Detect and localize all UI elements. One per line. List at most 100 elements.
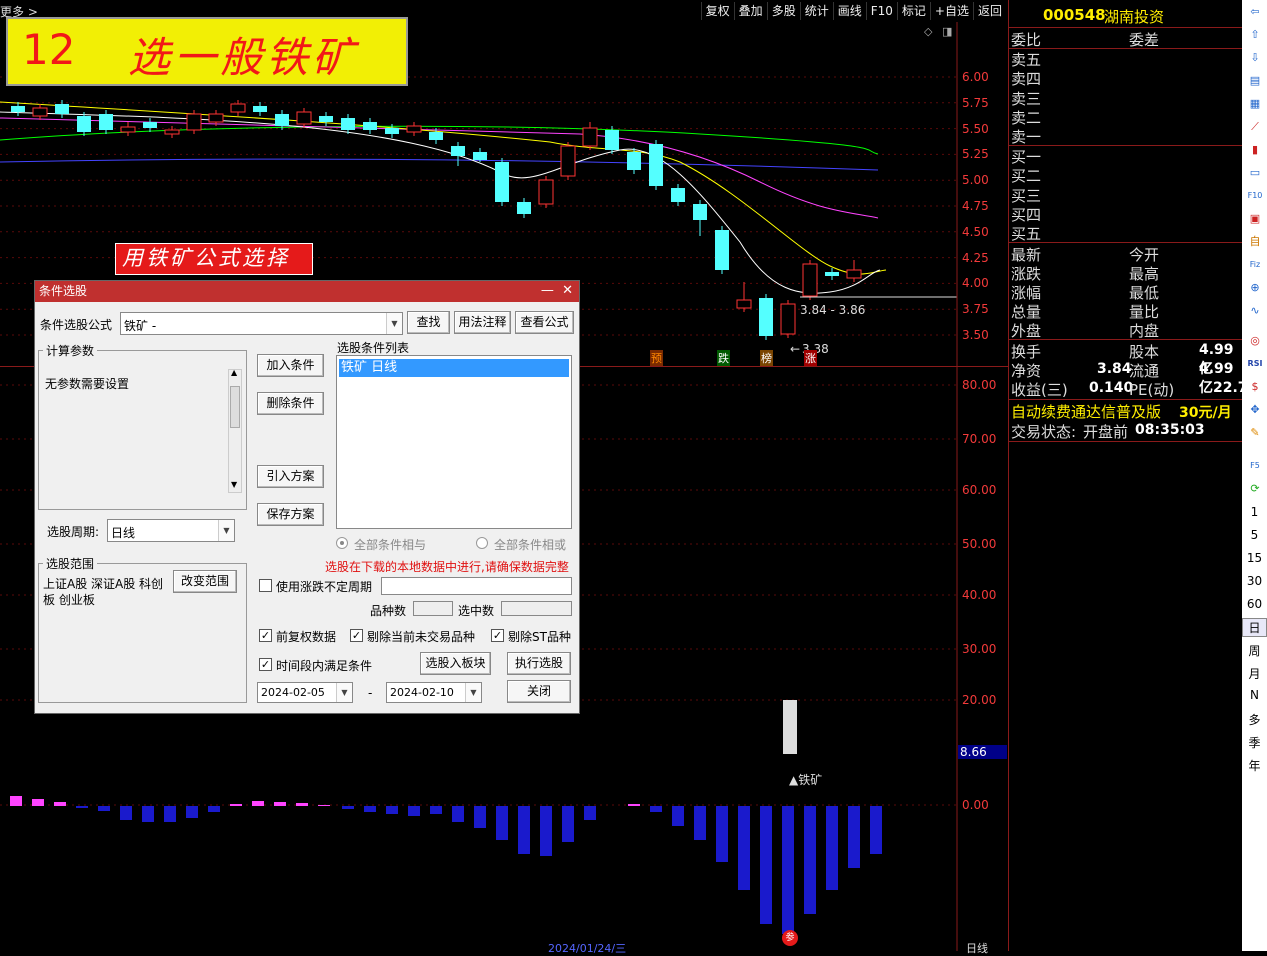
buy4-label: 买四 bbox=[1011, 206, 1042, 224]
candle-body bbox=[164, 129, 180, 135]
arrow-left-icon[interactable]: ⇦ bbox=[1247, 4, 1263, 20]
period-1min[interactable]: 1 bbox=[1242, 505, 1267, 519]
toolbar-f10-button[interactable]: F10 bbox=[865, 2, 897, 20]
diamond-icon[interactable]: ◇ bbox=[924, 25, 932, 38]
period-month[interactable]: 月 bbox=[1242, 665, 1267, 682]
f5-icon[interactable]: F5 bbox=[1247, 458, 1263, 474]
chevron-down-icon[interactable]: ▼ bbox=[465, 683, 481, 702]
formula-combo[interactable]: 铁矿 - ▼ bbox=[120, 312, 403, 335]
arrow-down-icon[interactable]: ⇩ bbox=[1247, 50, 1263, 66]
grid-icon[interactable]: ▦ bbox=[1247, 96, 1263, 112]
or-radio[interactable] bbox=[476, 537, 488, 549]
period-combo[interactable]: 日线 ▼ bbox=[107, 519, 235, 542]
save-plan-button[interactable]: 保存方案 bbox=[257, 503, 324, 526]
toolbar-back-button[interactable]: 返回 bbox=[972, 2, 1006, 20]
find-button[interactable]: 查找 bbox=[407, 311, 450, 334]
execute-button[interactable]: 执行选股 bbox=[507, 652, 571, 675]
arrow-up-icon[interactable]: ⇧ bbox=[1247, 27, 1263, 43]
view-formula-button[interactable]: 查看公式 bbox=[515, 311, 574, 334]
minimize-icon[interactable]: — bbox=[541, 283, 554, 298]
zoom-icon[interactable]: ⊕ bbox=[1247, 280, 1263, 296]
indicator-bar bbox=[826, 806, 838, 890]
period-quarter[interactable]: 季 bbox=[1242, 734, 1267, 751]
fiz-icon[interactable]: Fiz bbox=[1247, 257, 1263, 273]
period-n[interactable]: N bbox=[1242, 688, 1267, 702]
tag-bang[interactable]: 榜 bbox=[760, 350, 773, 366]
detail-icon[interactable]: ▭ bbox=[1247, 165, 1263, 181]
usage-note-button[interactable]: 用法注释 bbox=[454, 311, 511, 334]
f10-icon[interactable]: F10 bbox=[1247, 188, 1263, 204]
dialog-titlebar[interactable]: 条件选股 — ✕ bbox=[35, 281, 579, 302]
params-scrollbar[interactable]: ▲ ▼ bbox=[228, 368, 242, 493]
bottom-tag[interactable]: 参 bbox=[782, 930, 798, 946]
date-from-picker[interactable]: 2024-02-05 ▼ bbox=[257, 682, 353, 703]
volume-ratio-label: 量比 bbox=[1129, 303, 1160, 321]
import-plan-button[interactable]: 引入方案 bbox=[257, 465, 324, 488]
close-button[interactable]: 关闭 bbox=[507, 680, 571, 703]
delete-condition-button[interactable]: 删除条件 bbox=[257, 392, 324, 415]
period-5min[interactable]: 5 bbox=[1242, 528, 1267, 542]
period-15min[interactable]: 15 bbox=[1242, 551, 1267, 565]
period-30min[interactable]: 30 bbox=[1242, 574, 1267, 588]
move-icon[interactable]: ✥ bbox=[1247, 402, 1263, 418]
latest-label: 最新 bbox=[1011, 246, 1042, 264]
indicator-bar bbox=[274, 802, 286, 806]
chevron-down-icon[interactable]: ▼ bbox=[336, 683, 352, 702]
condition-list-item[interactable]: 铁矿 日线 bbox=[339, 359, 569, 377]
change-pct-label: 涨幅 bbox=[1011, 284, 1042, 302]
st-label: 剔除ST品种 bbox=[508, 630, 571, 644]
fq-checkbox[interactable]: ✓ bbox=[259, 629, 272, 642]
net-asset-value: 3.84 bbox=[1097, 361, 1132, 377]
unfixed-period-input[interactable] bbox=[381, 577, 572, 595]
period-week[interactable]: 周 bbox=[1242, 642, 1267, 659]
sell3-label: 卖三 bbox=[1011, 90, 1042, 108]
unfixed-period-checkbox[interactable] bbox=[259, 579, 272, 592]
promo-price[interactable]: 30元/月 bbox=[1179, 402, 1232, 422]
tag-yu[interactable]: 预 bbox=[650, 350, 663, 366]
date-to-picker[interactable]: 2024-02-10 ▼ bbox=[386, 682, 482, 703]
add-condition-button[interactable]: 加入条件 bbox=[257, 354, 324, 377]
line-chart-icon[interactable]: ⟋ bbox=[1247, 119, 1263, 135]
chevron-down-icon[interactable]: ▼ bbox=[218, 520, 234, 541]
indicator-bar bbox=[54, 802, 66, 806]
time-range-checkbox[interactable]: ✓ bbox=[259, 658, 272, 671]
and-radio[interactable] bbox=[336, 537, 348, 549]
quote-list-icon[interactable]: ▤ bbox=[1247, 73, 1263, 89]
toolbar-draw-button[interactable]: 画线 bbox=[832, 2, 866, 20]
exclude-checkbox[interactable]: ✓ bbox=[350, 629, 363, 642]
money-icon[interactable]: $ bbox=[1247, 379, 1263, 395]
period-60min[interactable]: 60 bbox=[1242, 597, 1267, 611]
change-range-button[interactable]: 改变范围 bbox=[173, 570, 237, 593]
info-icon[interactable]: ▣ bbox=[1247, 211, 1263, 227]
scroll-up-icon[interactable]: ▲ bbox=[231, 368, 237, 377]
pencil-icon[interactable]: ✎ bbox=[1247, 425, 1263, 441]
toolbar-mark-button[interactable]: 标记 bbox=[896, 2, 930, 20]
toolbar-fuquan-button[interactable]: 复权 bbox=[700, 2, 734, 20]
to-block-button[interactable]: 选股入板块 bbox=[420, 652, 491, 675]
rsi-icon[interactable]: RSI bbox=[1247, 356, 1263, 372]
close-icon[interactable]: ✕ bbox=[562, 283, 573, 298]
refresh-icon[interactable]: ⟳ bbox=[1247, 481, 1263, 497]
tag-die[interactable]: 跌 bbox=[717, 350, 730, 366]
candle-icon[interactable]: ▮ bbox=[1247, 142, 1263, 158]
scroll-down-icon[interactable]: ▼ bbox=[231, 480, 237, 489]
condition-list[interactable]: 铁矿 日线 bbox=[336, 355, 572, 529]
toolbar-add-watchlist-button[interactable]: +自选 bbox=[929, 2, 973, 20]
st-checkbox[interactable]: ✓ bbox=[491, 629, 504, 642]
candle-body bbox=[99, 114, 113, 130]
wave-icon[interactable]: ∿ bbox=[1247, 303, 1263, 319]
promo-text[interactable]: 自动续费通达信普及版 bbox=[1011, 401, 1161, 422]
chevron-down-icon[interactable]: ▼ bbox=[386, 313, 402, 334]
period-multi[interactable]: 多 bbox=[1242, 711, 1267, 728]
tag-zhang[interactable]: 涨 bbox=[804, 350, 817, 366]
stock-code: 000548 bbox=[1043, 6, 1106, 24]
period-day[interactable]: 日 bbox=[1242, 618, 1267, 637]
panel-toggle-icon[interactable]: ◨ bbox=[942, 25, 952, 38]
toolbar-overlay-button[interactable]: 叠加 bbox=[733, 2, 767, 20]
toolbar-multi-stock-button[interactable]: 多股 bbox=[766, 2, 800, 20]
period-year[interactable]: 年 bbox=[1242, 757, 1267, 774]
macd-icon[interactable]: ◎ bbox=[1247, 333, 1263, 349]
candle-body bbox=[517, 202, 531, 214]
watchlist-icon[interactable]: 自 bbox=[1247, 234, 1263, 250]
toolbar-stats-button[interactable]: 统计 bbox=[799, 2, 833, 20]
